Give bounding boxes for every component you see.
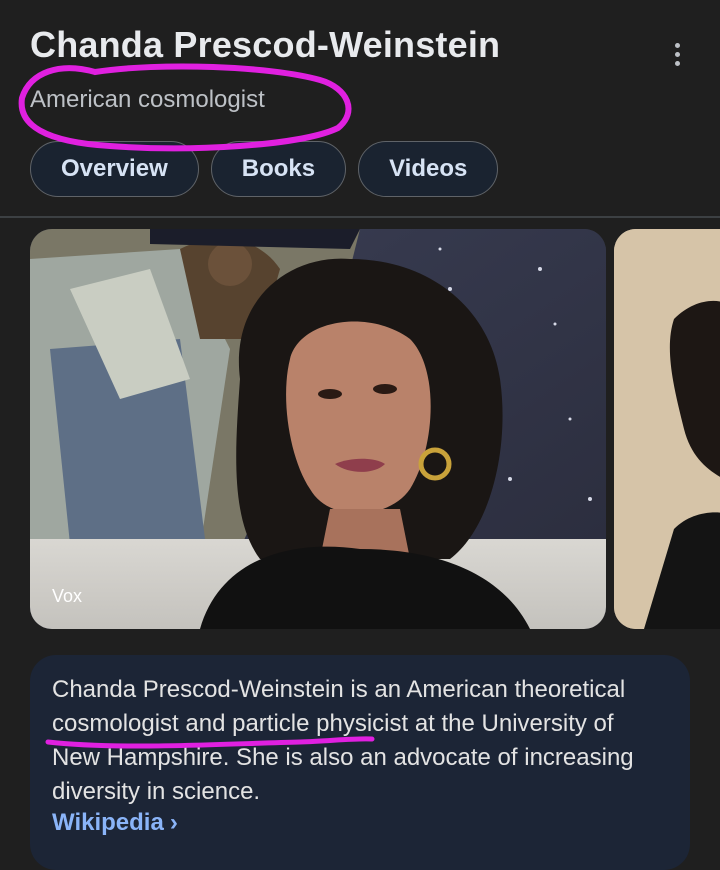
portrait-image: [30, 229, 606, 629]
entity-subtitle: American cosmologist: [30, 86, 265, 113]
description-card: Chanda Prescod-Weinstein is an American …: [30, 655, 690, 870]
entity-title: Chanda Prescod-Weinstein: [30, 24, 501, 65]
image-source-label: Vox: [52, 586, 83, 606]
description-text: Chanda Prescod-Weinstein is an American …: [52, 676, 634, 805]
main-photo[interactable]: Vox: [30, 229, 606, 629]
tab-videos[interactable]: Videos: [358, 141, 499, 197]
next-portrait-image: [614, 229, 720, 629]
tab-bar: Overview Books Videos: [30, 141, 499, 197]
wikipedia-link[interactable]: Wikipedia: [52, 809, 164, 837]
more-vert-icon[interactable]: [660, 36, 694, 72]
next-photo[interactable]: [614, 229, 720, 629]
image-carousel[interactable]: Vox: [30, 229, 720, 629]
chevron-right-icon[interactable]: ›: [170, 809, 178, 836]
divider: [0, 216, 720, 218]
tab-overview[interactable]: Overview: [30, 141, 199, 197]
tab-books[interactable]: Books: [210, 141, 347, 197]
